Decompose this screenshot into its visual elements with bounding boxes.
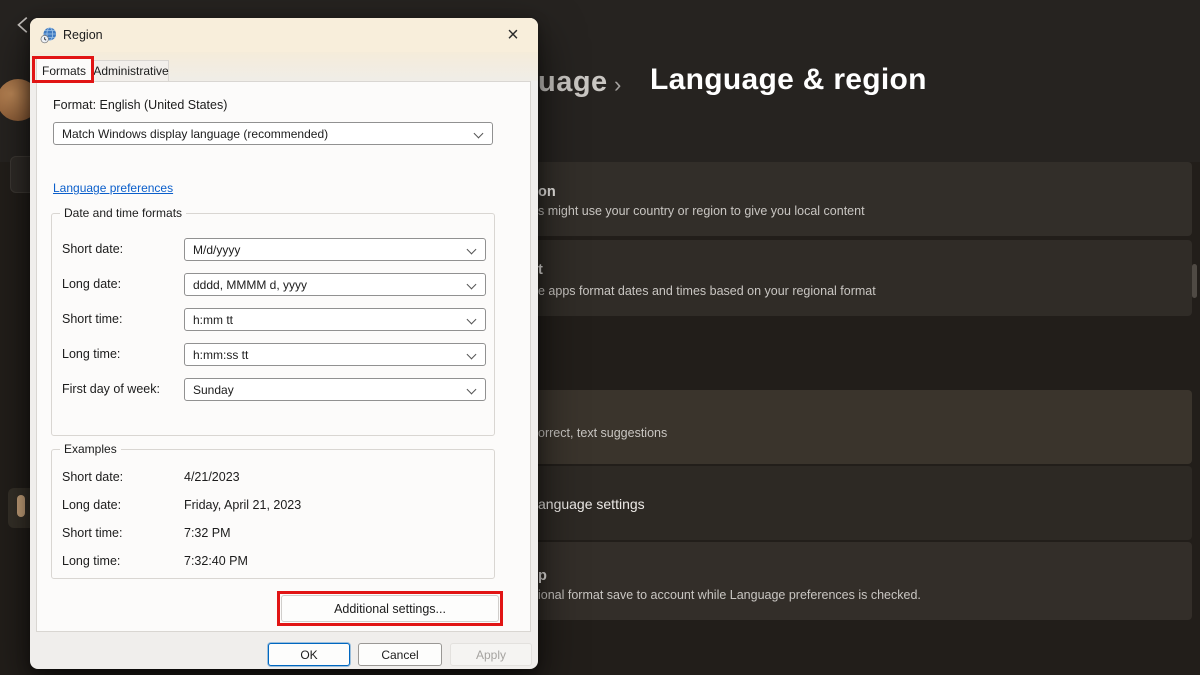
formats-tab-page: Format: English (United States) Match Wi…: [36, 81, 531, 632]
chevron-down-icon: [467, 385, 477, 395]
short-time-dropdown[interactable]: h:mm tt: [184, 308, 486, 331]
row-description-fragment: ional format save to account while Langu…: [538, 588, 921, 602]
short-time-value: h:mm tt: [193, 313, 233, 327]
short-time-label: Short time:: [62, 312, 122, 326]
region-globe-clock-icon: [40, 27, 57, 44]
first-day-of-week-label: First day of week:: [62, 382, 160, 396]
group-legend: Date and time formats: [60, 206, 186, 220]
language-preferences-link[interactable]: Language preferences: [53, 181, 173, 195]
long-time-label: Long time:: [62, 347, 120, 361]
page-title: Language & region: [650, 63, 927, 97]
example-short-date-label: Short date:: [62, 470, 123, 484]
dialog-title: Region: [63, 28, 103, 42]
additional-settings-button[interactable]: Additional settings...: [281, 595, 499, 622]
long-date-label: Long date:: [62, 277, 121, 291]
chevron-down-icon: [467, 245, 477, 255]
example-long-date-label: Long date:: [62, 498, 121, 512]
row-title-fragment: anguage settings: [538, 496, 645, 512]
chevron-down-icon: [467, 315, 477, 325]
long-time-value: h:mm:ss tt: [193, 348, 248, 362]
group-legend: Examples: [60, 442, 121, 456]
first-day-of-week-value: Sunday: [193, 383, 234, 397]
nav-selection-accent-pill: [17, 495, 25, 517]
format-label: Format: English (United States): [53, 98, 227, 112]
ok-button[interactable]: OK: [268, 643, 350, 666]
long-time-dropdown[interactable]: h:mm:ss tt: [184, 343, 486, 366]
row-description-fragment: orrect, text suggestions: [538, 426, 667, 440]
close-button[interactable]: ×: [500, 23, 526, 47]
example-short-date-value: 4/21/2023: [184, 470, 240, 484]
region-dialog: Region × Formats Administrative Format: …: [30, 18, 538, 669]
format-dropdown[interactable]: Match Windows display language (recommen…: [53, 122, 493, 145]
long-date-value: dddd, MMMM d, yyyy: [193, 278, 307, 292]
example-long-time-label: Long time:: [62, 554, 120, 568]
tab-formats[interactable]: Formats: [36, 58, 92, 82]
date-time-formats-group: Date and time formats Short date: M/d/yy…: [51, 213, 495, 436]
row-description-fragment: e apps format dates and times based on y…: [538, 284, 876, 298]
short-date-dropdown[interactable]: M/d/yyyy: [184, 238, 486, 261]
tab-administrative[interactable]: Administrative: [93, 60, 169, 81]
example-long-time-value: 7:32:40 PM: [184, 554, 248, 568]
short-date-value: M/d/yyyy: [193, 243, 240, 257]
row-title-fragment: t: [538, 262, 543, 278]
long-date-dropdown[interactable]: dddd, MMMM d, yyyy: [184, 273, 486, 296]
examples-group: Examples Short date: 4/21/2023 Long date…: [51, 449, 495, 579]
first-day-of-week-dropdown[interactable]: Sunday: [184, 378, 486, 401]
example-short-time-label: Short time:: [62, 526, 122, 540]
breadcrumb-chevron-icon: ›: [614, 72, 621, 98]
dialog-titlebar[interactable]: Region ×: [30, 18, 538, 52]
cancel-button[interactable]: Cancel: [358, 643, 442, 666]
row-title-fragment: on: [538, 184, 556, 200]
chevron-down-icon: [467, 350, 477, 360]
example-long-date-value: Friday, April 21, 2023: [184, 498, 301, 512]
format-dropdown-value: Match Windows display language (recommen…: [62, 127, 328, 141]
breadcrumb-parent-fragment[interactable]: uage: [538, 66, 608, 99]
chevron-down-icon: [467, 280, 477, 290]
chevron-down-icon: [474, 129, 484, 139]
short-date-label: Short date:: [62, 242, 123, 256]
apply-button[interactable]: Apply: [450, 643, 532, 666]
row-description-fragment: s might use your country or region to gi…: [538, 204, 865, 218]
row-title-fragment: p: [538, 568, 547, 584]
page-scrollbar-thumb[interactable]: [1192, 264, 1197, 298]
example-short-time-value: 7:32 PM: [184, 526, 231, 540]
